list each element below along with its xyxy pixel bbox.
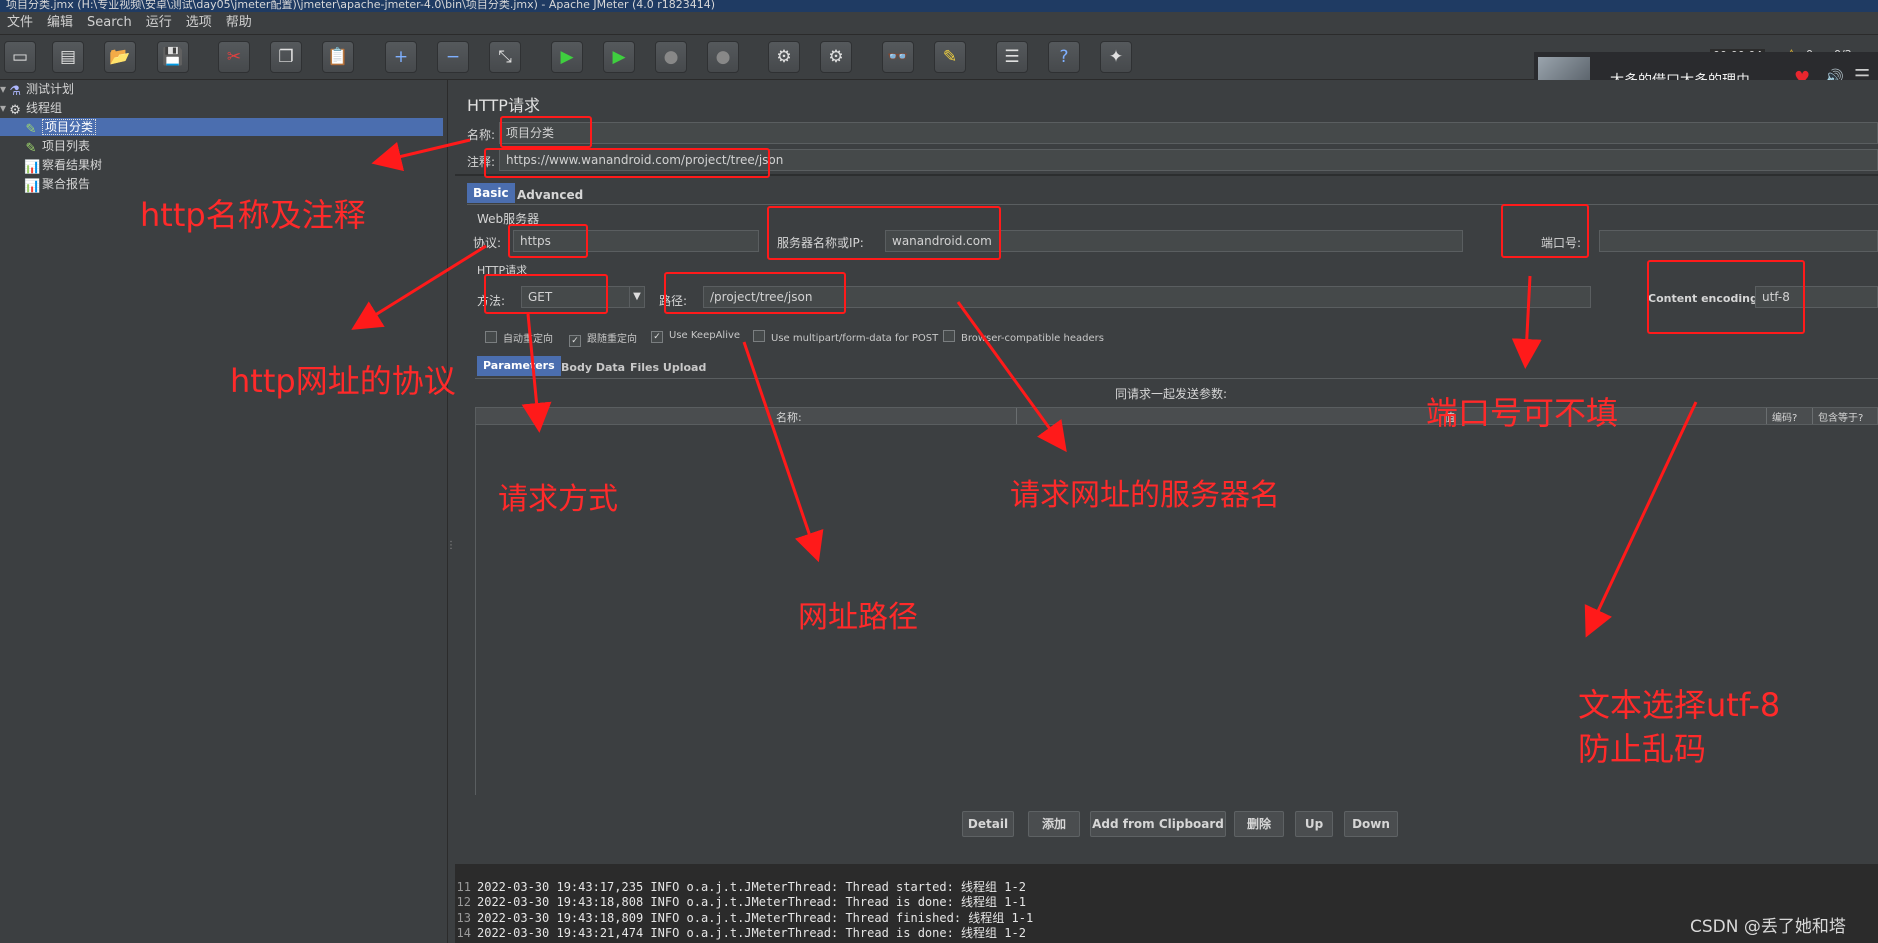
annotation-name-comment: http名称及注释	[140, 196, 366, 234]
annotation-port: 端口号可不填	[1426, 394, 1619, 432]
arrow-server	[956, 301, 1067, 453]
arrow-name	[371, 138, 471, 172]
arrow-protocol	[351, 244, 487, 330]
watermark: CSDN @丢了她和塔	[1690, 917, 1846, 937]
annotation-encoding-1: 文本选择utf-8	[1578, 686, 1781, 724]
arrow-port	[1511, 275, 1542, 369]
annotation-protocol: http网址的协议	[230, 362, 456, 400]
annotation-path: 网址路径	[798, 600, 918, 635]
annotation-method: 请求方式	[498, 482, 618, 517]
annotation-arrows	[351, 138, 1698, 638]
arrow-path	[742, 341, 824, 563]
arrow-method	[521, 313, 552, 433]
annotation-encoding-2: 防止乱码	[1578, 730, 1707, 768]
arrow-encoding	[1584, 401, 1698, 638]
annotation-server: 请求网址的服务器名	[1010, 478, 1280, 513]
